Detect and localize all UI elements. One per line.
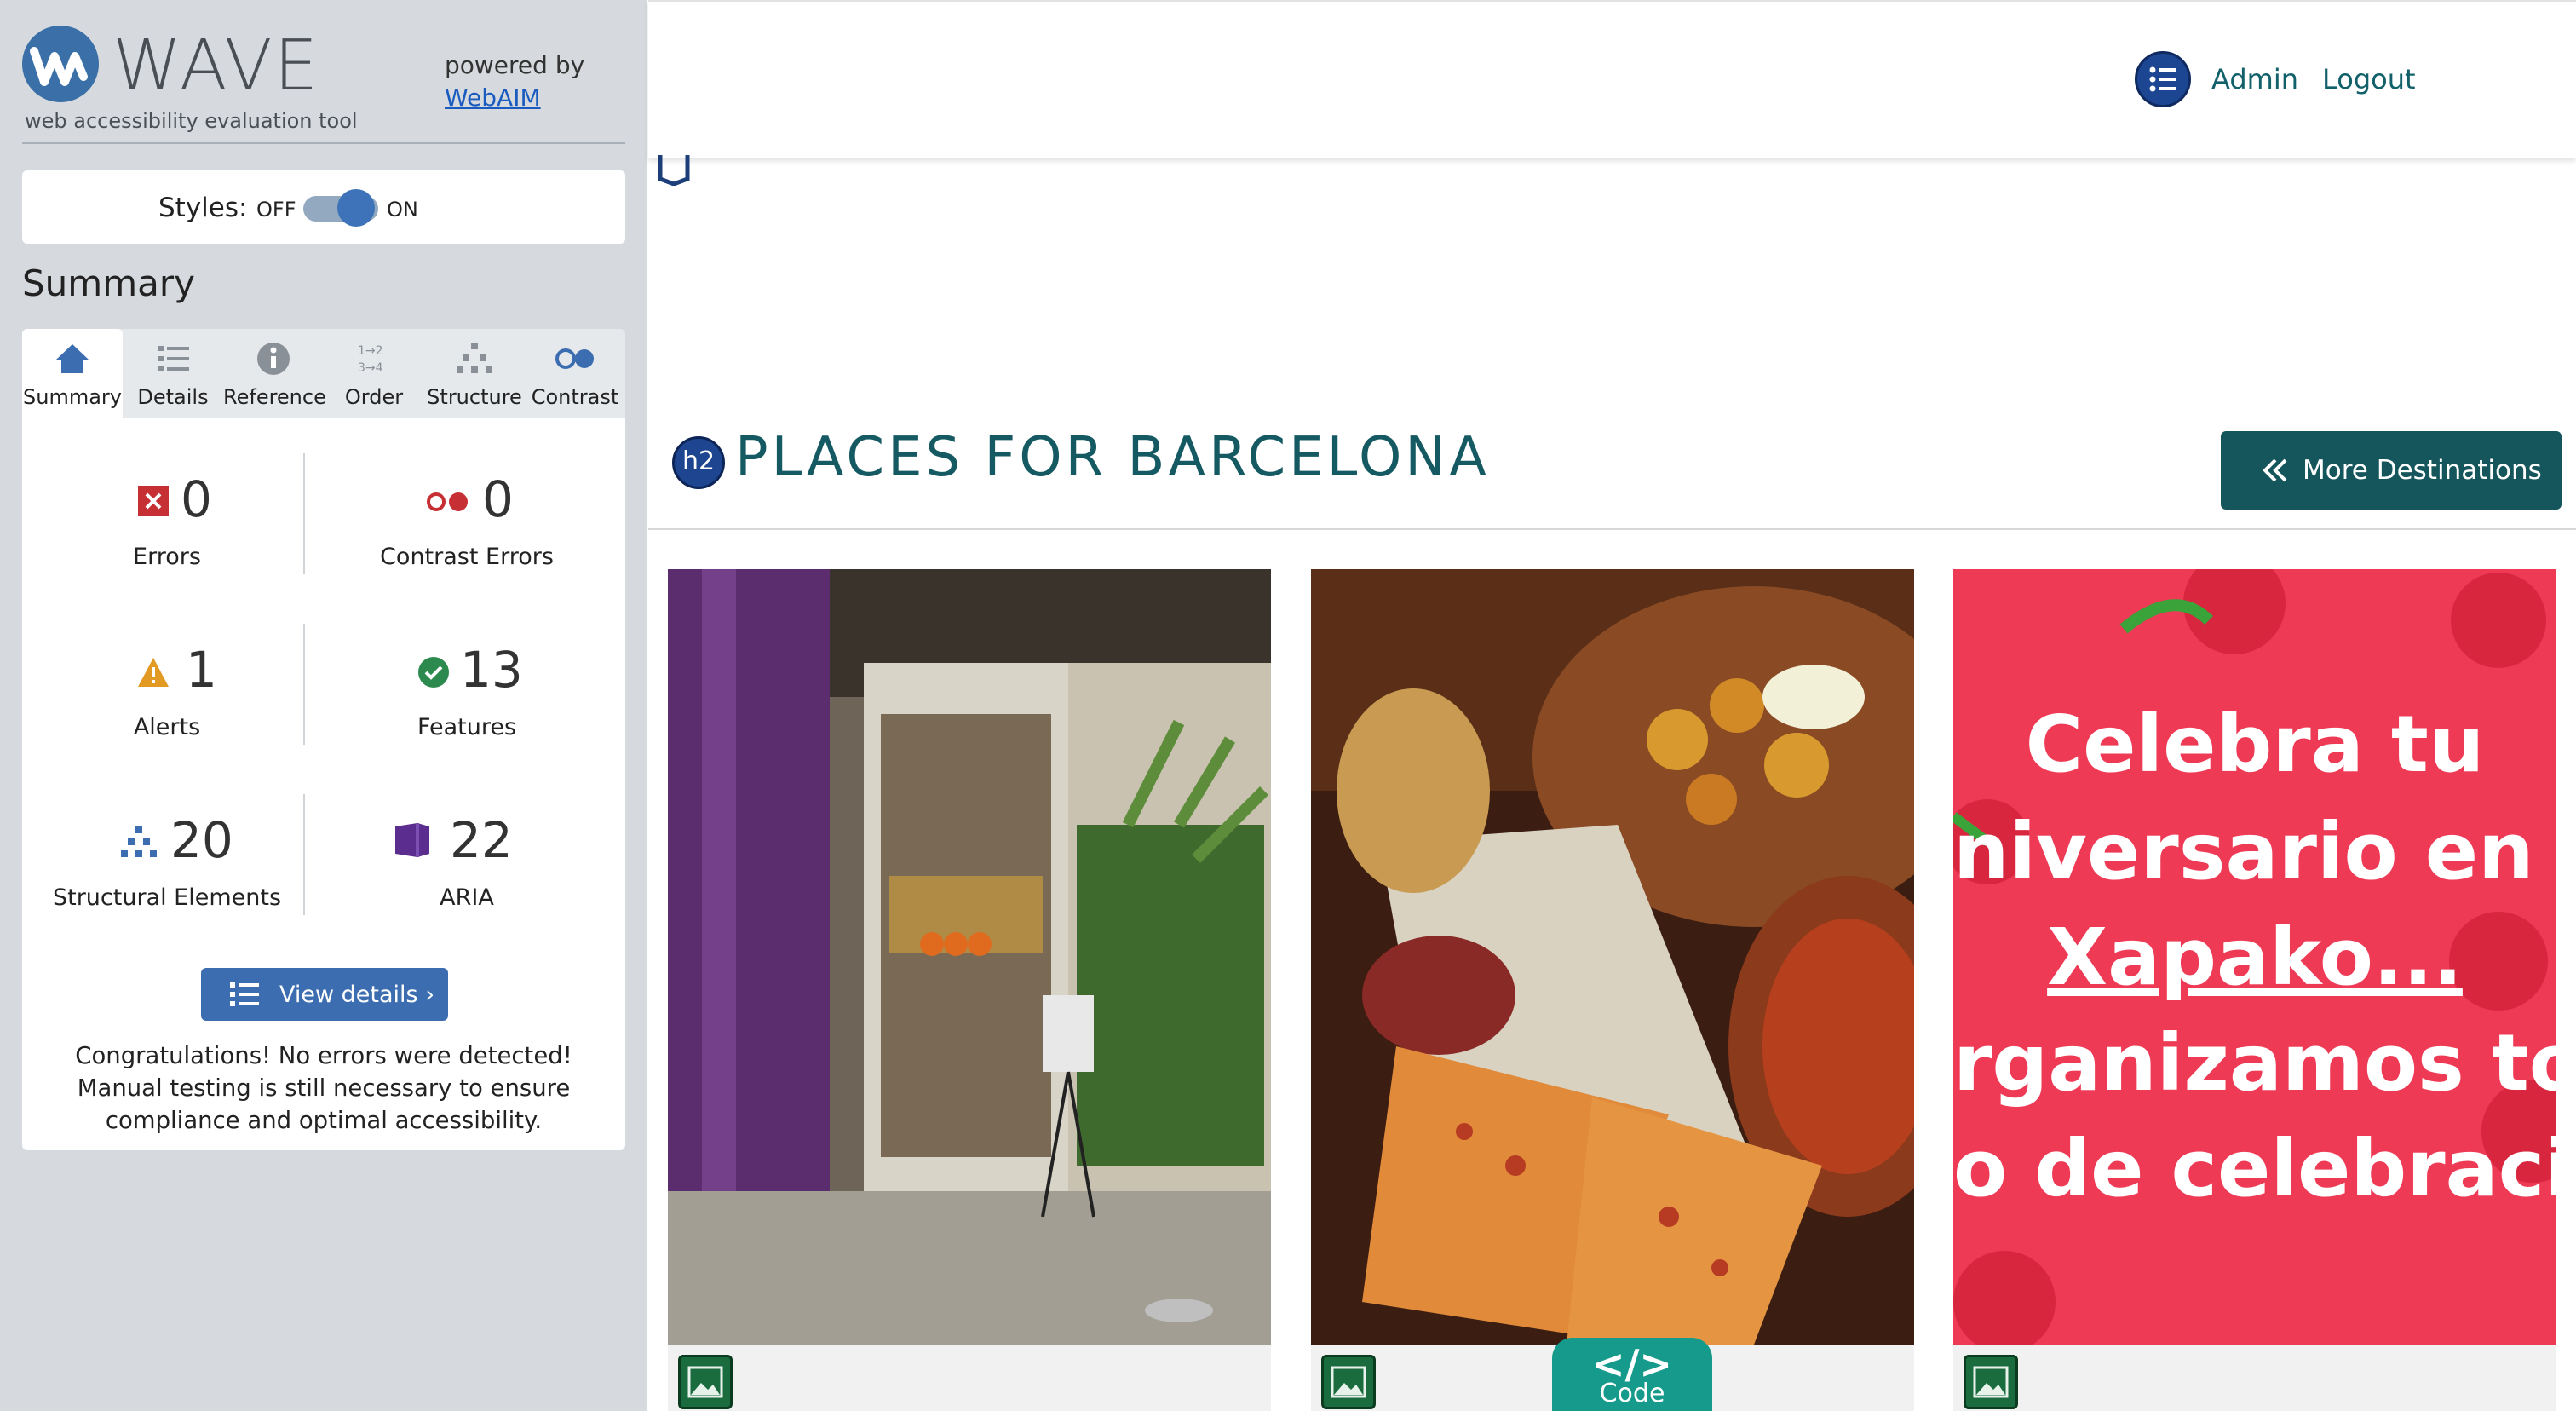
nav-logout-link[interactable]: Logout xyxy=(2322,63,2416,95)
code-panel-toggle[interactable]: </> Code xyxy=(1552,1338,1712,1411)
promo-text-line: rganizamos to xyxy=(1953,1017,2556,1109)
tab-summary-label: Summary xyxy=(23,385,122,409)
place-card[interactable] xyxy=(1311,569,1914,1411)
tab-structure[interactable]: Structure xyxy=(424,329,525,418)
alerts-count: 1 xyxy=(186,641,217,699)
styles-on-label: ON xyxy=(387,198,418,222)
view-details-button[interactable]: View details › xyxy=(201,968,448,1021)
image-icon[interactable] xyxy=(678,1355,733,1409)
errors-count: 0 xyxy=(181,470,212,528)
h2-heading-icon[interactable]: h2 xyxy=(672,436,725,489)
aria-stat[interactable]: 22 ARIA xyxy=(322,775,612,912)
error-icon xyxy=(138,486,169,516)
promo-text-line: Celebra tu xyxy=(2025,699,2485,790)
wave-tagline: web accessibility evaluation tool xyxy=(25,109,358,133)
stat-divider xyxy=(303,624,305,745)
summary-heading: Summary xyxy=(22,262,195,304)
wave-sidebar: WAVE web accessibility evaluation tool p… xyxy=(0,0,647,1411)
tapas-image[interactable] xyxy=(1311,569,1914,1345)
features-label: Features xyxy=(417,714,517,740)
aria-icon xyxy=(395,823,429,857)
structural-count: 20 xyxy=(170,811,233,869)
structural-stat[interactable]: 20 Structural Elements xyxy=(22,775,312,912)
tab-reference[interactable]: Reference xyxy=(223,329,326,418)
contrast-icon xyxy=(555,348,594,369)
congrats-message: Congratulations! No errors were detected… xyxy=(75,1042,572,1134)
tab-details-label: Details xyxy=(137,385,209,409)
styles-label: Styles: xyxy=(158,193,248,223)
contrast-error-icon xyxy=(427,492,468,511)
wave-title: WAVE xyxy=(112,26,320,107)
tab-details[interactable]: Details xyxy=(123,329,223,418)
view-details-label: View details › xyxy=(279,982,434,1008)
styles-off-label: OFF xyxy=(256,198,296,222)
tab-contrast[interactable]: Contrast xyxy=(525,329,625,418)
header-divider xyxy=(22,142,625,144)
place-card[interactable] xyxy=(668,569,1271,1411)
aria-count: 22 xyxy=(450,811,513,869)
promo-text-line: Xapako... xyxy=(2047,912,2463,1003)
powered-by-text: powered by xyxy=(445,51,585,79)
image-icon[interactable] xyxy=(1321,1355,1376,1409)
code-label: Code xyxy=(1599,1379,1665,1408)
tab-order[interactable]: 1→2 3→4 Order xyxy=(324,329,424,418)
promo-image[interactable]: Celebra tu niversario en B Xapako... rga… xyxy=(1953,569,2556,1345)
promo-text-line: niversario en B xyxy=(1953,806,2556,897)
page-content: Admin Logout h2 PLACES FOR BARCELONA Mor… xyxy=(648,0,2576,1411)
features-stat[interactable]: 13 Features xyxy=(322,605,612,741)
aria-label: ARIA xyxy=(440,884,494,911)
alerts-label: Alerts xyxy=(133,714,201,740)
nav-admin-link[interactable]: Admin xyxy=(2211,63,2298,95)
home-icon xyxy=(56,344,89,373)
feature-icon xyxy=(418,657,449,688)
features-count: 13 xyxy=(460,641,523,699)
alert-icon xyxy=(138,658,169,687)
order-icon: 1→2 3→4 xyxy=(358,344,383,375)
stat-divider xyxy=(303,453,305,574)
tab-structure-label: Structure xyxy=(427,385,522,409)
tab-reference-label: Reference xyxy=(223,385,326,409)
styles-toggle-box: Styles: OFF ON xyxy=(22,170,625,244)
contrast-errors-label: Contrast Errors xyxy=(380,544,554,570)
wave-tabs: Summary Details Reference 1→2 3→4 Order xyxy=(22,329,625,418)
structural-label: Structural Elements xyxy=(52,884,282,911)
summary-panel: 0 Errors 0 Contrast Errors 1 Alerts 13 F… xyxy=(22,418,625,1150)
section-divider xyxy=(648,528,2576,530)
contrast-errors-count: 0 xyxy=(482,470,514,528)
errors-label: Errors xyxy=(133,544,201,570)
wave-logo-icon xyxy=(22,26,99,102)
webaim-link[interactable]: WebAIM xyxy=(445,84,541,112)
double-chevron-left-icon xyxy=(2263,458,2287,482)
contrast-errors-stat[interactable]: 0 Contrast Errors xyxy=(322,435,612,571)
storefront-image[interactable] xyxy=(668,569,1271,1345)
aria-marker-icon[interactable] xyxy=(657,152,691,186)
list-icon xyxy=(158,346,189,371)
stat-divider xyxy=(303,794,305,915)
section-title: PLACES FOR BARCELONA xyxy=(735,426,1490,489)
more-destinations-label: More Destinations xyxy=(2303,455,2542,486)
tab-contrast-label: Contrast xyxy=(531,385,619,409)
menu-list-icon[interactable] xyxy=(2135,51,2191,107)
tab-order-label: Order xyxy=(344,385,404,409)
errors-stat[interactable]: 0 Errors xyxy=(22,435,312,571)
site-header: Admin Logout xyxy=(648,0,2576,158)
image-icon[interactable] xyxy=(1964,1355,2018,1409)
list-icon xyxy=(230,982,259,1006)
more-destinations-button[interactable]: More Destinations xyxy=(2221,431,2562,510)
svg-text:1→2: 1→2 xyxy=(358,344,383,358)
svg-text:3→4: 3→4 xyxy=(358,361,383,375)
structure-icon xyxy=(457,343,492,373)
structure-icon xyxy=(121,826,157,857)
alerts-stat[interactable]: 1 Alerts xyxy=(22,605,312,741)
tab-summary[interactable]: Summary xyxy=(22,329,123,418)
info-icon xyxy=(257,343,290,375)
promo-text-line: o de celebracio xyxy=(1953,1123,2556,1214)
styles-toggle-knob[interactable] xyxy=(337,189,375,227)
place-card[interactable]: Celebra tu niversario en B Xapako... rga… xyxy=(1953,569,2556,1411)
